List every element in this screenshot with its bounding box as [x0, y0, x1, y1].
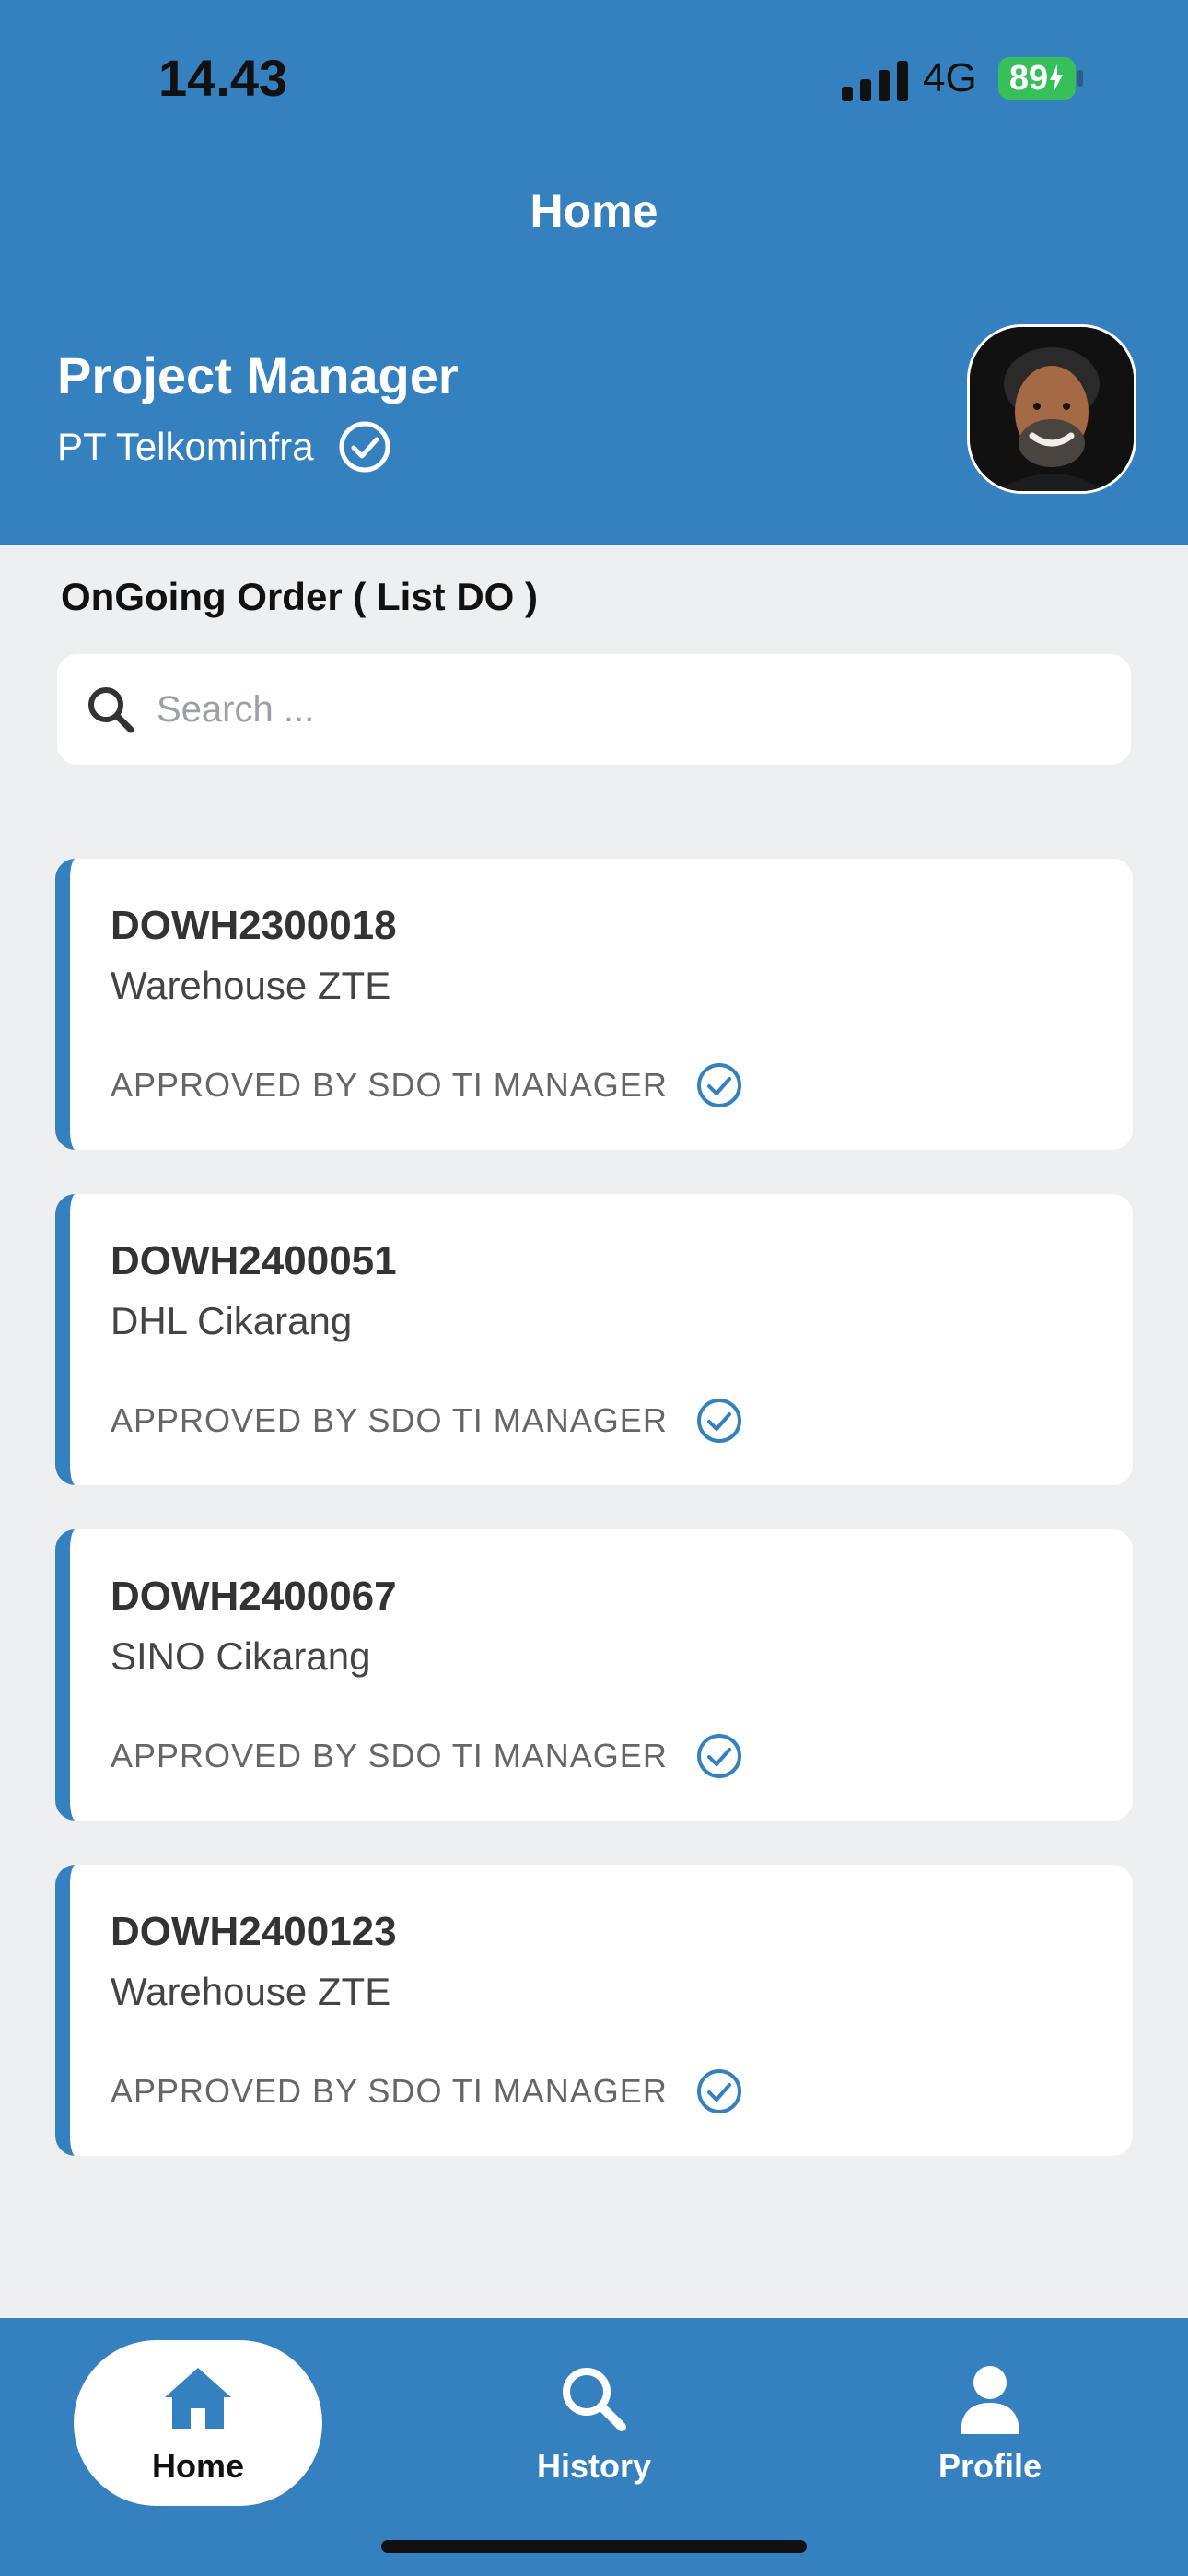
nav-item-home[interactable]: Home [74, 2340, 322, 2506]
order-location: Warehouse ZTE [111, 1970, 391, 2013]
battery-level: 89 [1008, 58, 1049, 98]
order-status: APPROVED BY SDO TI MANAGER [111, 1397, 743, 1445]
order-status: APPROVED BY SDO TI MANAGER [111, 2067, 743, 2115]
company-name: PT Telkominfra [57, 425, 314, 468]
company-row: PT Telkominfra [57, 420, 391, 474]
order-card[interactable]: DOWH2400067 SINO Cikarang APPROVED BY SD… [55, 1529, 1133, 1821]
user-role: Project Manager [57, 346, 459, 404]
search-input[interactable] [155, 687, 1079, 732]
person-icon [961, 2366, 1019, 2434]
order-status-label: APPROVED BY SDO TI MANAGER [111, 1401, 668, 1439]
battery-cap [1077, 70, 1083, 87]
order-code: DOWH2400067 [111, 1574, 397, 1619]
order-code: DOWH2300018 [111, 903, 397, 948]
order-status: APPROVED BY SDO TI MANAGER [111, 1732, 743, 1780]
verified-check-icon [339, 421, 390, 473]
order-card[interactable]: DOWH2300018 Warehouse ZTE APPROVED BY SD… [55, 859, 1133, 1150]
status-bar: 14.43 4G 89 [0, 0, 1188, 166]
order-status-label: APPROVED BY SDO TI MANAGER [111, 1737, 668, 1774]
approved-check-icon [696, 1399, 741, 1443]
search-icon [563, 2368, 626, 2431]
order-card[interactable]: DOWH2400051 DHL Cikarang APPROVED BY SDO… [55, 1194, 1133, 1485]
home-icon [165, 2368, 231, 2429]
nav-item-history[interactable]: History [470, 2340, 718, 2506]
order-card[interactable]: DOWH2400123 Warehouse ZTE APPROVED BY SD… [55, 1865, 1133, 2156]
signal-icon [842, 61, 908, 101]
order-code: DOWH2400051 [111, 1238, 397, 1283]
section-title: OnGoing Order ( List DO ) [61, 575, 538, 618]
app-header: 14.43 4G 89 Home Project Manager PT Telk… [0, 0, 1188, 545]
order-location: DHL Cikarang [111, 1299, 353, 1342]
approved-check-icon [696, 1063, 741, 1107]
home-indicator[interactable] [381, 2540, 807, 2553]
bottom-nav: Home History Profile [0, 2318, 1188, 2576]
order-location: Warehouse ZTE [111, 964, 391, 1007]
order-location: SINO Cikarang [111, 1634, 371, 1678]
order-status-label: APPROVED BY SDO TI MANAGER [111, 1066, 668, 1104]
status-time: 14.43 [158, 49, 288, 107]
nav-label: Home [151, 2447, 245, 2485]
avatar[interactable] [967, 324, 1136, 494]
approved-check-icon [696, 1734, 741, 1778]
search-icon [88, 687, 134, 733]
nav-label: Profile [938, 2447, 1042, 2485]
battery-icon: 89 [998, 57, 1076, 100]
page-title: Home [530, 185, 658, 237]
avatar-photo [970, 327, 1134, 491]
nav-label: History [536, 2447, 652, 2485]
approved-check-icon [696, 2069, 741, 2113]
order-code: DOWH2400123 [111, 1909, 397, 1954]
nav-item-profile[interactable]: Profile [866, 2340, 1114, 2506]
order-status: APPROVED BY SDO TI MANAGER [111, 1061, 743, 1109]
charging-bolt-icon [1050, 64, 1064, 92]
search-bar[interactable] [57, 654, 1131, 765]
order-status-label: APPROVED BY SDO TI MANAGER [111, 2072, 668, 2110]
network-label: 4G [923, 55, 977, 100]
